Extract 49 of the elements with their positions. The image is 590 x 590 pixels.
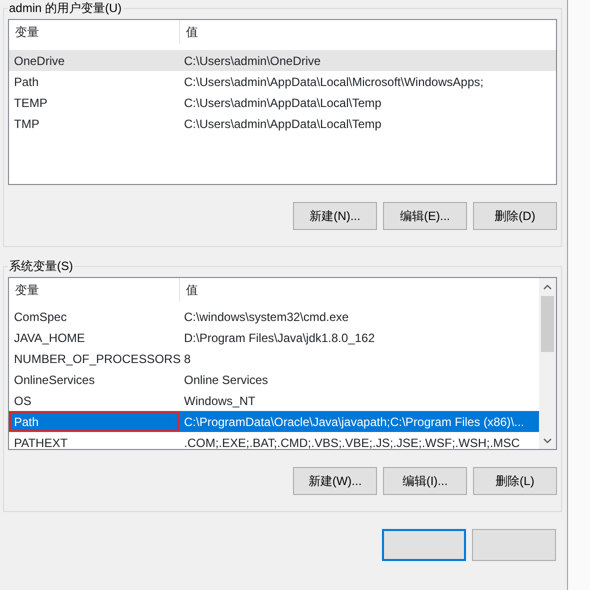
list-row[interactable]: TEMP C:\Users\admin\AppData\Local\Temp <box>9 92 556 113</box>
list-row[interactable]: ComSpec C:\windows\system32\cmd.exe <box>9 306 539 327</box>
list-view[interactable]: 变量 值 OneDrive C:\Users\admin\OneDrive Path C:\Users\admin\AppData\Local\Microsoft\WindowsApps; TEMP C:\Users\admin\AppData\Local\Temp TMP C:\Users\admin\AppData\Local\Temp <box>8 19 557 185</box>
dialog-button[interactable]: 新建(W)... <box>293 467 377 495</box>
variable-value: C:\Users\admin\AppData\Local\Temp <box>183 116 382 132</box>
dialog-button[interactable]: 新建(N)... <box>293 202 377 230</box>
variable-value: C:\Users\admin\AppData\Local\Temp <box>183 94 382 112</box>
dialog-button[interactable]: 编辑(E)... <box>383 202 467 230</box>
variable-value: D:\Program Files\Java\jdk1.8.0_162 <box>183 330 376 346</box>
list-row[interactable]: PATHEXT .COM;.EXE;.BAT;.CMD;.VBS;.VBE;.JS;.JSE;.WSF;.WSH;.MSC <box>9 432 539 449</box>
variable-value: C:\Users\admin\OneDrive <box>183 52 322 70</box>
list-row[interactable]: NUMBER_OF_PROCESSORS 8 <box>9 348 539 369</box>
column-header[interactable]: 变量 <box>9 20 179 44</box>
variable-name: PATHEXT <box>13 434 69 449</box>
list-row[interactable]: OneDrive C:\Users\admin\OneDrive <box>9 50 556 71</box>
dialog-button[interactable]: 删除(D) <box>473 202 557 230</box>
list-row[interactable]: JAVA_HOME D:\Program Files\Java\jdk1.8.0_162 <box>9 327 539 348</box>
column-header[interactable]: 值 <box>179 20 556 44</box>
scroll-thumb[interactable] <box>541 296 554 352</box>
scrollbar[interactable] <box>539 278 556 449</box>
group-label: admin 的用户变量(U) <box>8 1 123 16</box>
variable-name: ComSpec <box>13 308 68 326</box>
dialog-button[interactable] <box>382 529 466 561</box>
dialog-button[interactable]: 编辑(I)... <box>383 467 467 495</box>
variable-name: OnlineServices <box>13 372 96 388</box>
variable-name: JAVA_HOME <box>13 330 86 346</box>
group-label: 系统变量(S) <box>8 259 74 274</box>
list-row[interactable]: Path C:\Users\admin\AppData\Local\Microsoft\WindowsApps; <box>9 71 556 92</box>
variable-name: TMP <box>13 116 40 132</box>
column-header[interactable]: 变量 <box>9 278 179 302</box>
variable-name: OneDrive <box>13 52 66 70</box>
variable-value: Online Services <box>183 372 270 388</box>
variable-name: TEMP <box>13 94 48 112</box>
variable-value: C:\Users\admin\AppData\Local\Microsoft\WindowsApps; <box>183 74 484 90</box>
variable-name: Path <box>13 74 40 90</box>
list-row[interactable]: OS Windows_NT <box>9 390 539 411</box>
variable-value: .COM;.EXE;.BAT;.CMD;.VBS;.VBE;.JS;.JSE;.WSF;.WSH;.MSC <box>183 434 521 449</box>
variable-name: OS <box>13 392 32 410</box>
variable-value: C:\windows\system32\cmd.exe <box>183 308 350 326</box>
dialog-button[interactable]: 删除(L) <box>473 467 557 495</box>
list-row[interactable]: OnlineServices Online Services <box>9 369 539 390</box>
variable-value: C:\ProgramData\Oracle\Java\javapath;C:\Program Files (x86)\... <box>183 414 526 430</box>
list-view[interactable] <box>8 277 557 450</box>
variable-value: Windows_NT <box>183 392 256 410</box>
list-row[interactable]: Path C:\ProgramData\Oracle\Java\javapath;C:\Program Files (x86)\... <box>9 411 539 432</box>
list-row[interactable]: TMP C:\Users\admin\AppData\Local\Temp <box>9 113 556 134</box>
variable-name: NUMBER_OF_PROCESSORS <box>13 350 179 368</box>
variable-name: Path <box>9 411 179 432</box>
variable-value: 8 <box>183 350 192 368</box>
